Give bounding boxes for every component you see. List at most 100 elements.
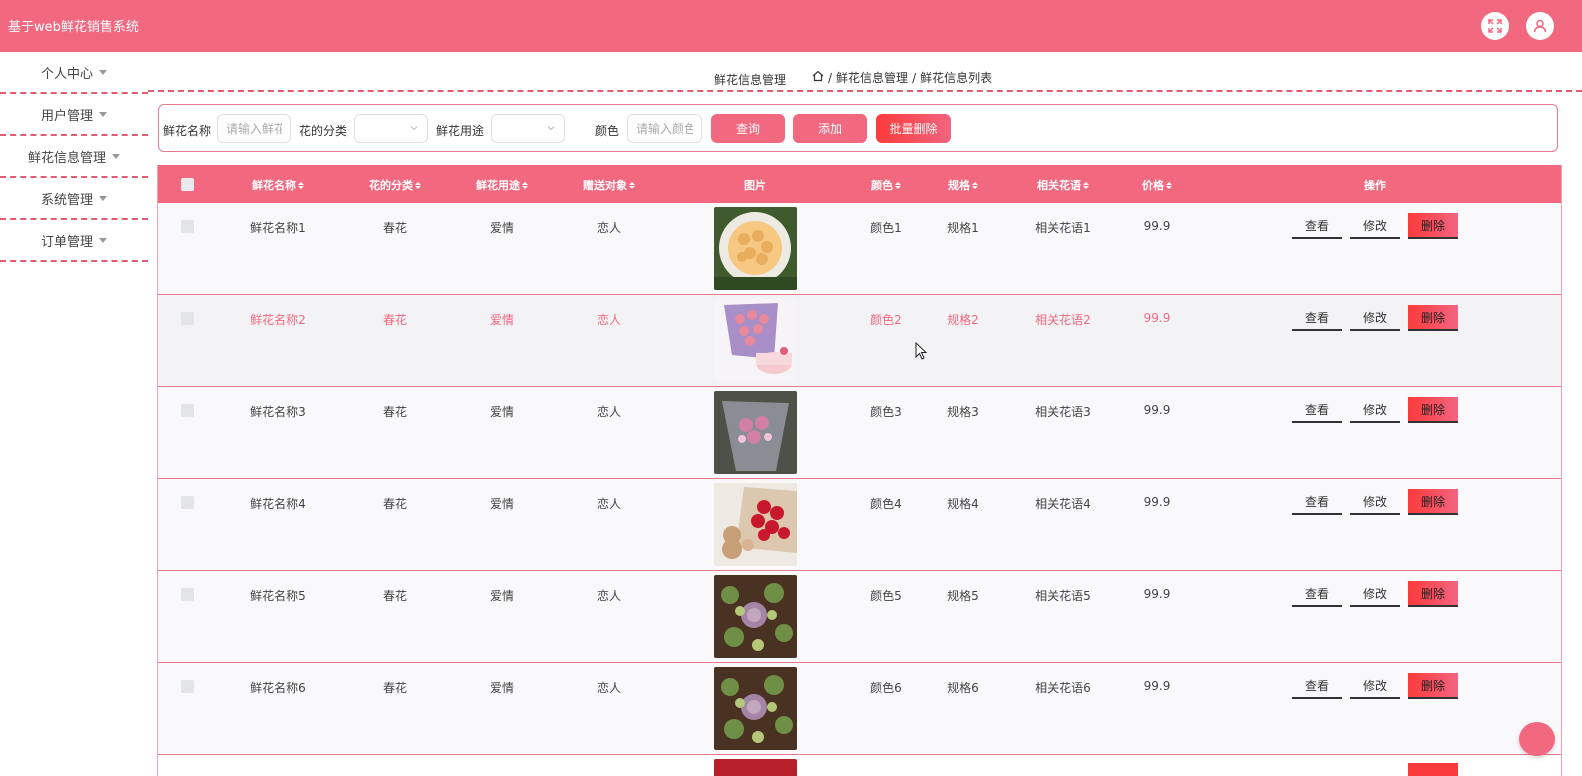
sidebar: 个人中心 用户管理 鲜花信息管理 系统管理 订单管理 (0, 52, 148, 262)
sidebar-item-flower-info[interactable]: 鲜花信息管理 (0, 136, 148, 178)
sort-icon (629, 181, 635, 189)
fullscreen-icon[interactable] (1481, 12, 1509, 40)
cell-target: 恋人 (596, 681, 622, 695)
cell-category: 春花 (382, 313, 408, 327)
col-target[interactable]: 赠送对象 (583, 177, 635, 193)
cell-category: 春花 (382, 589, 408, 603)
sidebar-item-user-management[interactable]: 用户管理 (0, 94, 148, 136)
col-label: 操作 (1364, 179, 1386, 192)
view-button[interactable]: 查看 (1292, 213, 1342, 239)
cell-usage: 爱情 (489, 221, 515, 235)
flower-thumbnail[interactable] (714, 667, 797, 750)
table-row[interactable]: 鲜花名称5 春花 爱情 恋人 颜色5 规格5 相关花语5 99.9 查看 修改 … (158, 571, 1561, 663)
sidebar-item-order-management[interactable]: 订单管理 (0, 220, 148, 262)
select-all-checkbox[interactable] (181, 178, 194, 191)
cell-name: 鲜花名称2 (250, 313, 306, 327)
col-label: 规格 (948, 179, 970, 192)
sidebar-item-label: 个人中心 (40, 66, 93, 82)
add-button[interactable]: 添加 (793, 114, 867, 143)
sidebar-item-label: 订单管理 (40, 234, 93, 250)
user-icon[interactable] (1526, 12, 1554, 40)
delete-button[interactable]: 删除 (1408, 581, 1458, 607)
usage-label: 鲜花用途 (436, 124, 485, 138)
cell-usage: 爱情 (489, 313, 515, 327)
col-usage[interactable]: 鲜花用途 (476, 177, 528, 193)
cell-name: 鲜花名称3 (250, 405, 306, 419)
breadcrumb-level1[interactable]: 鲜花信息管理 (836, 69, 908, 86)
cell-name: 鲜花名称4 (250, 497, 306, 511)
flower-thumbnail[interactable] (714, 207, 797, 290)
cell-name: 鲜花名称6 (250, 681, 306, 695)
row-checkbox[interactable] (181, 220, 194, 233)
top-header: 基于web鲜花销售系统 (0, 0, 1582, 52)
flower-thumbnail[interactable] (714, 483, 797, 566)
sort-icon (298, 181, 304, 189)
thumbnail-partial (714, 759, 797, 776)
category-select[interactable] (354, 114, 428, 143)
table-row[interactable]: 鲜花名称4 春花 爱情 恋人 颜色4 规格4 相关花语4 99.9 查看 修改 … (158, 479, 1561, 571)
delete-button[interactable]: 删除 (1408, 489, 1458, 515)
row-checkbox[interactable] (181, 496, 194, 509)
edit-button[interactable]: 修改 (1350, 213, 1400, 239)
sidebar-item-label: 系统管理 (40, 192, 93, 208)
delete-button[interactable]: 删除 (1408, 397, 1458, 423)
view-button[interactable]: 查看 (1292, 673, 1342, 699)
row-checkbox[interactable] (181, 312, 194, 325)
usage-select[interactable] (491, 114, 565, 143)
edit-button[interactable]: 修改 (1350, 581, 1400, 607)
delete-button[interactable]: 删除 (1408, 305, 1458, 331)
cell-spec: 规格3 (947, 405, 979, 419)
view-button[interactable]: 查看 (1292, 581, 1342, 607)
floating-action-button[interactable] (1519, 722, 1555, 756)
flower-thumbnail[interactable] (714, 299, 797, 382)
cell-language: 相关花语5 (1035, 589, 1091, 603)
edit-button[interactable]: 修改 (1350, 305, 1400, 331)
col-category[interactable]: 花的分类 (369, 177, 421, 193)
col-name[interactable]: 鲜花名称 (252, 177, 304, 193)
sidebar-item-system-management[interactable]: 系统管理 (0, 178, 148, 220)
home-icon[interactable] (812, 70, 824, 85)
col-price[interactable]: 价格 (1142, 177, 1172, 193)
delete-button[interactable]: 删除 (1408, 673, 1458, 699)
category-label: 花的分类 (299, 124, 348, 138)
caret-down-icon (99, 238, 107, 243)
color-search-input[interactable] (627, 114, 702, 143)
col-language[interactable]: 相关花语 (1037, 177, 1089, 193)
breadcrumb-separator: / (912, 70, 917, 85)
chevron-down-icon (547, 126, 555, 131)
sidebar-item-label: 用户管理 (40, 108, 93, 124)
cell-color: 颜色6 (870, 681, 902, 695)
sort-icon (972, 181, 978, 189)
batch-delete-button[interactable]: 批量删除 (876, 114, 951, 143)
edit-button[interactable]: 修改 (1350, 673, 1400, 699)
view-button[interactable]: 查看 (1292, 397, 1342, 423)
table-row[interactable]: 鲜花名称1 春花 爱情 恋人 颜色1 规格1 相关花语1 99.9 查看 修改 … (158, 203, 1561, 295)
row-checkbox[interactable] (181, 680, 194, 693)
view-button[interactable]: 查看 (1292, 305, 1342, 331)
edit-button[interactable]: 修改 (1350, 397, 1400, 423)
cell-price: 99.9 (1143, 219, 1171, 233)
sidebar-item-personal-center[interactable]: 个人中心 (0, 52, 148, 94)
table-row[interactable]: 鲜花名称6 春花 爱情 恋人 颜色6 规格6 相关花语6 99.9 查看 修改 … (158, 663, 1561, 755)
name-search-input[interactable] (217, 114, 291, 143)
cell-usage: 爱情 (489, 681, 515, 695)
col-ops: 操作 (1364, 177, 1386, 193)
query-button[interactable]: 查询 (711, 114, 785, 143)
row-checkbox[interactable] (181, 588, 194, 601)
col-color[interactable]: 颜色 (871, 177, 901, 193)
edit-button[interactable]: 修改 (1350, 489, 1400, 515)
flower-thumbnail[interactable] (714, 575, 797, 658)
cell-category: 春花 (382, 497, 408, 511)
view-button[interactable]: 查看 (1292, 489, 1342, 515)
cell-target: 恋人 (596, 221, 622, 235)
flower-thumbnail[interactable] (714, 391, 797, 474)
table-row[interactable]: 鲜花名称2 春花 爱情 恋人 颜色2 规格2 相关花语2 99.9 查看 修改 … (158, 295, 1561, 387)
col-spec[interactable]: 规格 (948, 177, 978, 193)
sort-icon (522, 181, 528, 189)
row-checkbox[interactable] (181, 404, 194, 417)
table-header: 鲜花名称 花的分类 鲜花用途 赠送对象 图片 颜色 规格 相关花语 价格 操作 (158, 165, 1561, 203)
sidebar-item-label: 鲜花信息管理 (27, 150, 106, 166)
delete-button[interactable]: 删除 (1408, 213, 1458, 239)
table-row[interactable]: 鲜花名称3 春花 爱情 恋人 颜色3 规格3 相关花语3 99.9 查看 修改 … (158, 387, 1561, 479)
delete-button-partial[interactable] (1408, 763, 1458, 776)
